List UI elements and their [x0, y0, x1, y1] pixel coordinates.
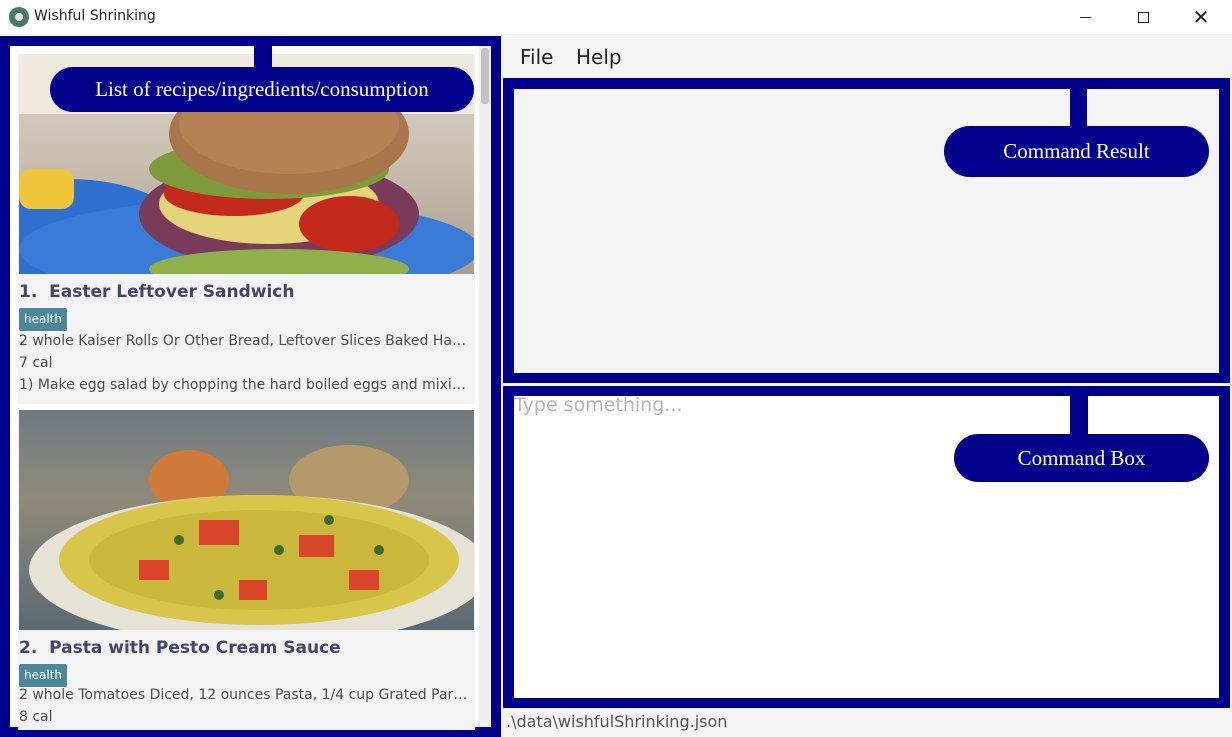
recipe-instructions: 1) Make egg salad by chopping the hard b…: [19, 377, 466, 393]
recipe-ingredients: 2 whole Kaiser Rolls Or Other Bread, Lef…: [19, 333, 466, 349]
status-bar-path: .\data\wishfulShrinking.json: [506, 712, 728, 731]
tag-badge: health: [19, 308, 67, 331]
maximize-button[interactable]: [1114, 0, 1172, 34]
close-icon: ✕: [1192, 5, 1210, 29]
scrollbar-track[interactable]: [479, 46, 491, 727]
minimize-button[interactable]: [1056, 0, 1114, 34]
title-bar: Wishful Shrinking ✕: [0, 0, 1232, 34]
scrollbar-thumb[interactable]: [481, 48, 489, 104]
bowl-icon: [9, 7, 29, 27]
menu-help[interactable]: Help: [576, 45, 622, 69]
menu-file[interactable]: File: [520, 45, 553, 69]
callout-connector: [1070, 88, 1087, 128]
recipe-calories: 7 cal: [19, 355, 53, 371]
recipe-image: [19, 410, 474, 630]
maximize-icon: [1137, 11, 1149, 23]
tag-badge: health: [19, 664, 67, 687]
list-callout: List of recipes/ingredients/consumption: [50, 67, 474, 112]
close-button[interactable]: ✕: [1172, 0, 1230, 34]
recipe-ingredients: 2 whole Tomatoes Diced, 12 ounces Pasta,…: [19, 687, 468, 703]
minimize-icon: [1079, 16, 1091, 18]
recipe-card[interactable]: 2. Pasta with Pesto Cream Sauce health 2…: [18, 410, 475, 730]
callout-connector: [1070, 396, 1088, 436]
command-placeholder: Type something...: [514, 394, 683, 416]
command-callout: Command Box: [954, 434, 1209, 482]
recipe-calories: 8 cal: [19, 709, 53, 725]
recipe-title: 1. Easter Leftover Sandwich: [19, 282, 295, 302]
recipe-title: 2. Pasta with Pesto Cream Sauce: [19, 638, 341, 658]
window-title: Wishful Shrinking: [34, 8, 156, 24]
result-callout: Command Result: [944, 126, 1209, 177]
